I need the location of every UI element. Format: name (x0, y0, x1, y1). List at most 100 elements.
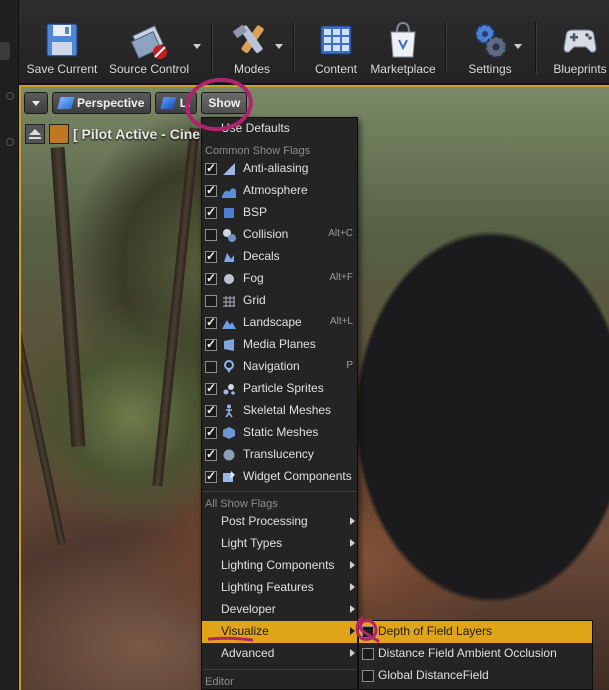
skeletal-meshes-icon (222, 404, 236, 418)
menu-post-processing[interactable]: Post Processing (202, 511, 357, 533)
content-grid-icon (320, 25, 352, 55)
menu-separator (202, 669, 357, 670)
menu-lighting-components[interactable]: Lighting Components (202, 555, 357, 577)
depth-of-field-layers-label: Depth of Field Layers (378, 624, 493, 638)
static-meshes-icon (222, 426, 236, 440)
source-control-dropdown-icon[interactable] (193, 44, 201, 49)
modes-tools-icon (233, 24, 264, 53)
widget-components-checkbox[interactable] (205, 469, 217, 483)
lighting-features-label: Lighting Features (221, 580, 314, 594)
bsp-label: BSP (243, 205, 268, 219)
menu-advanced[interactable]: Advanced (202, 643, 357, 665)
marketplace-button[interactable]: Marketplace (369, 0, 437, 82)
lit-cube-icon (160, 97, 178, 109)
blueprints-gamepad-icon (563, 29, 597, 53)
annotation-underline (208, 636, 253, 642)
submenu-arrow-icon (350, 649, 355, 657)
show-flags-menu: Use Defaults Common Show Flags Anti-alia… (201, 117, 358, 690)
flag-particle-sprites[interactable]: Particle Sprites (202, 378, 357, 400)
modes-button[interactable]: Modes (219, 0, 285, 82)
save-current-button[interactable]: Save Current (23, 0, 101, 82)
media-planes-checkbox[interactable] (205, 337, 217, 351)
collision-checkbox[interactable] (205, 229, 217, 241)
depth-of-field-layers-item[interactable]: Depth of Field Layers (359, 621, 592, 643)
collision-icon (222, 228, 236, 242)
source-control-icon (130, 25, 167, 59)
navigation-shortcut: P (346, 360, 353, 371)
atmosphere-checkbox[interactable] (205, 183, 217, 197)
modes-dropdown-icon[interactable] (275, 44, 283, 49)
atmosphere-icon (222, 184, 236, 198)
flag-decals[interactable]: Decals (202, 246, 357, 268)
flag-anti-aliasing[interactable]: Anti-aliasing (202, 158, 357, 180)
flag-static-meshes[interactable]: Static Meshes (202, 422, 357, 444)
flag-bsp[interactable]: BSP (202, 202, 357, 224)
settings-dropdown-icon[interactable] (514, 44, 522, 49)
flag-skeletal-meshes[interactable]: Skeletal Meshes (202, 400, 357, 422)
widget-components-label: Widget Components (243, 469, 352, 483)
modes-label: Modes (233, 62, 271, 76)
static-meshes-checkbox[interactable] (205, 425, 217, 439)
decals-checkbox[interactable] (205, 249, 217, 263)
pilot-active-bar: [ Pilot Active - Cine (25, 123, 200, 145)
skeletal-meshes-checkbox[interactable] (205, 403, 217, 417)
particle-sprites-label: Particle Sprites (243, 381, 324, 395)
save-current-label: Save Current (26, 62, 98, 76)
media-planes-label: Media Planes (243, 337, 316, 351)
navigation-checkbox[interactable] (205, 361, 217, 373)
global-distance-field-item[interactable]: Global DistanceField (359, 665, 592, 687)
atmosphere-label: Atmosphere (243, 183, 308, 197)
distance-field-ao-checkbox[interactable] (362, 648, 374, 660)
flag-landscape[interactable]: Landscape Alt+L (202, 312, 357, 334)
flag-collision[interactable]: Collision Alt+C (202, 224, 357, 246)
eject-pilot-button[interactable] (25, 124, 45, 144)
settings-button[interactable]: Settings (457, 0, 523, 82)
media-planes-icon (222, 338, 236, 352)
landscape-checkbox[interactable] (205, 315, 217, 329)
distance-field-ao-item[interactable]: Distance Field Ambient Occlusion (359, 643, 592, 665)
fog-checkbox[interactable] (205, 271, 217, 285)
menu-light-types[interactable]: Light Types (202, 533, 357, 555)
translucency-icon (222, 448, 236, 462)
perspective-label: Perspective (77, 96, 145, 110)
source-control-label: Source Control (108, 62, 190, 76)
menu-developer[interactable]: Developer (202, 599, 357, 621)
submenu-arrow-icon (350, 561, 355, 569)
menu-separator (202, 491, 357, 492)
anti-aliasing-checkbox[interactable] (205, 161, 217, 175)
submenu-arrow-icon (350, 539, 355, 547)
landscape-label: Landscape (243, 315, 302, 329)
grid-label: Grid (243, 293, 266, 307)
translucency-checkbox[interactable] (205, 447, 217, 461)
panel-tab[interactable] (0, 42, 10, 60)
global-distance-field-label: Global DistanceField (378, 668, 489, 682)
anti-aliasing-label: Anti-aliasing (243, 161, 309, 175)
blueprints-button[interactable]: Blueprints (547, 0, 609, 82)
source-control-button[interactable]: Source Control (103, 0, 195, 82)
viewport-options-button[interactable] (24, 92, 48, 114)
perspective-button[interactable]: Perspective (52, 92, 152, 114)
global-distance-field-checkbox[interactable] (362, 670, 374, 682)
fog-icon (222, 272, 236, 286)
main-toolbar: Save Current Source Control Modes Conten… (19, 0, 609, 84)
flag-atmosphere[interactable]: Atmosphere (202, 180, 357, 202)
flag-widget-components[interactable]: Widget Components (202, 466, 357, 488)
flag-media-planes[interactable]: Media Planes (202, 334, 357, 356)
grid-checkbox[interactable] (205, 295, 217, 307)
panel-dot-icon (6, 92, 14, 100)
flag-grid[interactable]: Grid (202, 290, 357, 312)
flag-fog[interactable]: Fog Alt+F (202, 268, 357, 290)
settings-gears-icon (475, 24, 507, 58)
blueprints-label: Blueprints (553, 62, 607, 76)
editor-header-label: Editor (205, 676, 234, 688)
flag-navigation[interactable]: Navigation P (202, 356, 357, 378)
flag-translucency[interactable]: Translucency (202, 444, 357, 466)
content-button[interactable]: Content (303, 0, 369, 82)
caret-down-icon (32, 100, 40, 106)
cine-camera-icon (49, 124, 69, 144)
collision-shortcut: Alt+C (328, 228, 353, 239)
particle-sprites-checkbox[interactable] (205, 381, 217, 395)
navigation-label: Navigation (243, 359, 300, 373)
bsp-checkbox[interactable] (205, 205, 217, 219)
menu-lighting-features[interactable]: Lighting Features (202, 577, 357, 599)
